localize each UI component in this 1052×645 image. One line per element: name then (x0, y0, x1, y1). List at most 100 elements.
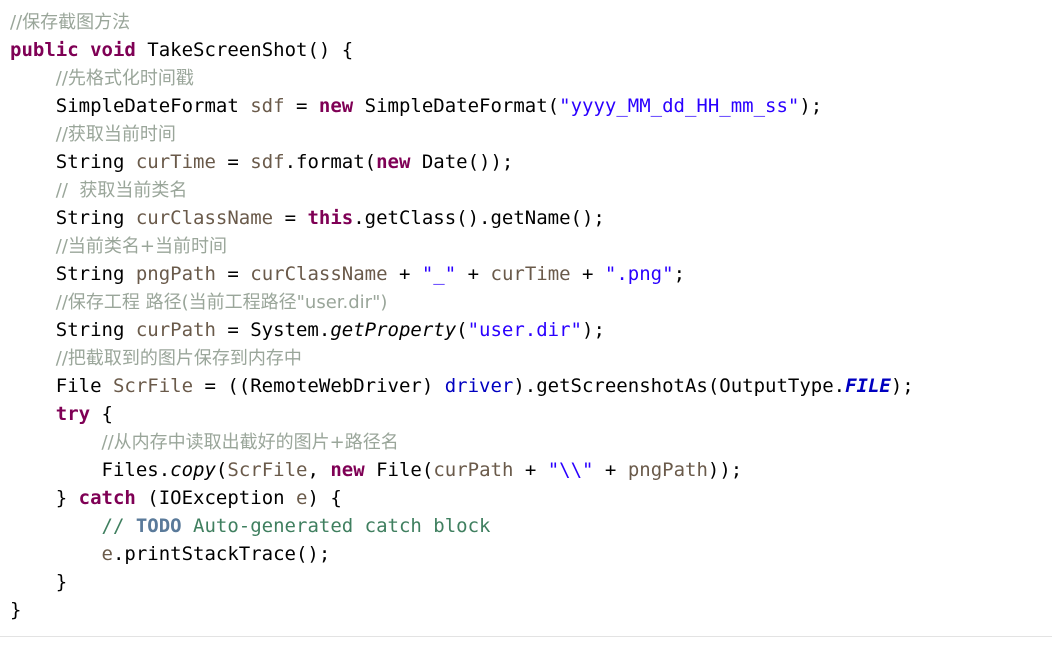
token-plain: String (55, 319, 136, 341)
token-plain: .format( (284, 151, 377, 173)
code-line[interactable]: //保存截图方法 (10, 8, 1052, 36)
token-plain: ); (799, 95, 823, 117)
token-plain: Date()); (410, 151, 514, 173)
token-string: "user.dir" (467, 319, 582, 341)
token-plain: .getClass().getName(); (353, 207, 605, 229)
token-plain: , (307, 459, 331, 481)
token-local: sdf (250, 95, 285, 117)
token-comment_cjk: //从内存中读取出截好的图片+路径名 (101, 432, 399, 453)
token-local: curPath (135, 319, 216, 341)
code-line[interactable]: try { (10, 400, 1052, 428)
token-string: "_" (421, 263, 457, 285)
token-comment_cjk: // 获取当前类名 (55, 180, 188, 201)
token-plain: + (456, 263, 491, 285)
token-plain: )); (707, 459, 743, 481)
code-line[interactable]: String curPath = System.getProperty("use… (10, 316, 1052, 344)
token-plain: = ((RemoteWebDriver) (193, 375, 445, 397)
code-line[interactable]: SimpleDateFormat sdf = new SimpleDateFor… (10, 92, 1052, 120)
code-line[interactable]: //保存工程 路径(当前工程路径"user.dir") (10, 288, 1052, 316)
token-keyword: public (10, 39, 79, 61)
token-plain: = (273, 207, 308, 229)
code-line[interactable]: //从内存中读取出截好的图片+路径名 (10, 428, 1052, 456)
token-plain: + (513, 459, 548, 481)
token-local: curTime (490, 263, 571, 285)
code-line[interactable]: // 获取当前类名 (10, 176, 1052, 204)
code-line[interactable]: public void TakeScreenShot() { (10, 36, 1052, 64)
token-keyword: void (90, 39, 136, 61)
token-plain: (IOException (135, 487, 297, 509)
token-plain: Files. (101, 459, 171, 481)
code-line[interactable]: //把截取到的图片保存到内存中 (10, 344, 1052, 372)
code-line[interactable]: // TODO Auto-generated catch block (10, 512, 1052, 540)
token-plain: SimpleDateFormat( (353, 95, 560, 117)
token-local: curClassName (135, 207, 274, 229)
token-keyword: this (307, 207, 354, 229)
token-plain: } (55, 571, 68, 593)
code-line[interactable]: //先格式化时间戳 (10, 64, 1052, 92)
token-plain: + (387, 263, 422, 285)
token-keyword: try (55, 403, 91, 425)
bottom-strip (0, 637, 1052, 645)
token-keyword: catch (78, 487, 136, 509)
token-plain: ).getScreenshotAs(OutputType. (513, 375, 846, 397)
token-plain: + (570, 263, 605, 285)
token-local: curTime (135, 151, 216, 173)
token-comment_en: Auto-generated catch block (181, 515, 491, 537)
token-plain: ( (215, 459, 228, 481)
code-line[interactable]: } catch (IOException e) { (10, 484, 1052, 512)
token-comment_cjk: //获取当前时间 (55, 124, 176, 145)
token-comment_cjk: //先格式化时间戳 (55, 68, 194, 89)
token-local: pngPath (135, 263, 216, 285)
code-line[interactable]: //获取当前时间 (10, 120, 1052, 148)
token-comment_en: // (101, 515, 136, 537)
token-plain: ( (456, 319, 468, 341)
token-local: curClassName (250, 263, 388, 285)
token-plain: = (284, 95, 319, 117)
code-editor[interactable]: //保存截图方法 public void TakeScreenShot() { /… (0, 0, 1052, 645)
token-plain: ); (582, 319, 605, 341)
code-line[interactable]: String pngPath = curClassName + "_" + cu… (10, 260, 1052, 288)
token-string: "\\" (547, 459, 594, 481)
token-plain: = (215, 263, 251, 285)
token-plain: } (10, 599, 22, 621)
token-comment_cjk: //保存工程 路径(当前工程路径"user.dir") (55, 292, 388, 313)
token-plain: .printStackTrace(); (112, 543, 331, 565)
token-static_method: copy (170, 459, 216, 481)
token-plain: + (593, 459, 628, 481)
token-plain: String (55, 151, 136, 173)
token-plain: ); (890, 375, 914, 397)
token-plain: = System. (215, 319, 331, 341)
code-block[interactable]: //保存截图方法 public void TakeScreenShot() { /… (10, 8, 1052, 624)
token-field: driver (444, 375, 514, 397)
token-local: pngPath (627, 459, 708, 481)
code-line[interactable]: String curClassName = this.getClass().ge… (10, 204, 1052, 232)
token-local: sdf (250, 151, 285, 173)
code-line[interactable]: String curTime = sdf.format(new Date()); (10, 148, 1052, 176)
code-line[interactable]: File ScrFile = ((RemoteWebDriver) driver… (10, 372, 1052, 400)
token-plain: } (55, 487, 79, 509)
code-line[interactable]: Files.copy(ScrFile, new File(curPath + "… (10, 456, 1052, 484)
code-line[interactable]: e.printStackTrace(); (10, 540, 1052, 568)
token-todo: TODO (135, 515, 182, 537)
code-line[interactable]: } (10, 568, 1052, 596)
token-plain: { (90, 403, 113, 425)
code-line[interactable]: //当前类名+当前时间 (10, 232, 1052, 260)
token-static_field: FILE (845, 375, 891, 397)
code-line[interactable]: } (10, 596, 1052, 624)
token-plain: SimpleDateFormat (55, 95, 251, 117)
